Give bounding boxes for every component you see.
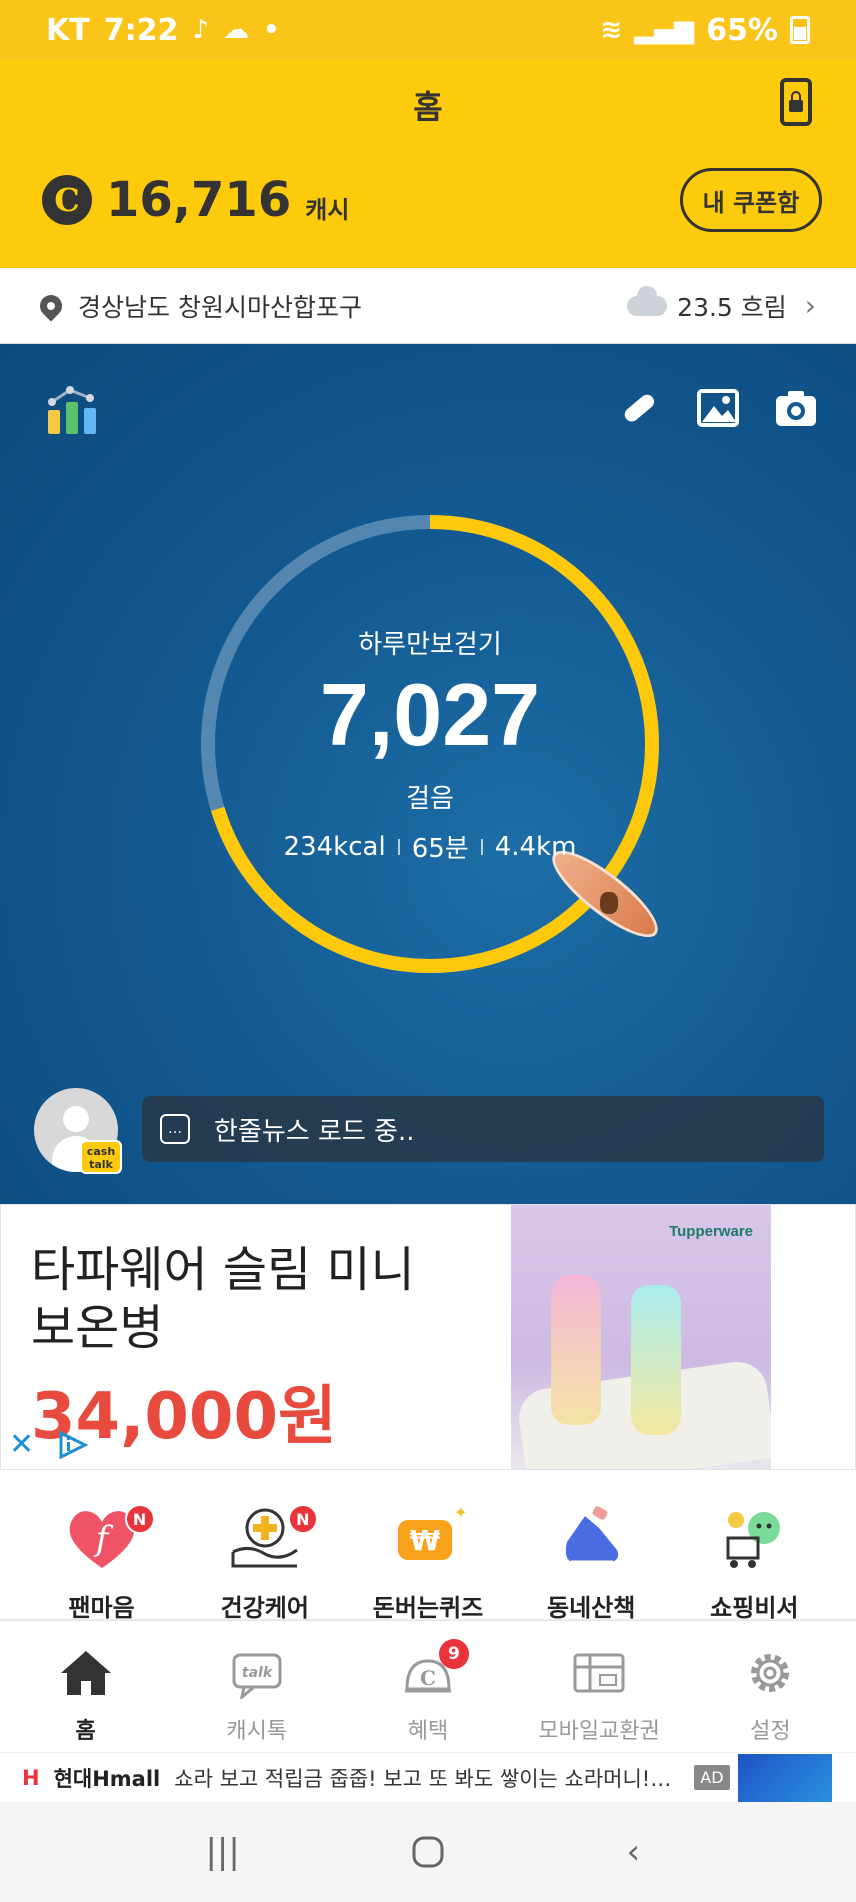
coupon-box-button[interactable]: 내 쿠폰함 <box>680 168 822 232</box>
battery-icon <box>790 16 810 44</box>
home-button-icon[interactable] <box>398 1822 458 1882</box>
nav-settings[interactable]: 설정 <box>685 1621 855 1752</box>
step-unit: 걸음 <box>406 784 454 814</box>
gift-card-icon <box>573 1653 625 1693</box>
battery-percent: 65% <box>706 12 778 48</box>
talk-icon: talk <box>232 1653 282 1701</box>
news-bubble[interactable]: … 한줄뉴스 로드 중.. <box>142 1096 824 1162</box>
wifi-icon: ≋ <box>600 15 623 45</box>
tiktok-notification-icon: ♪ <box>192 15 209 45</box>
carrier-label: KT <box>46 12 90 48</box>
statistics-icon[interactable] <box>46 384 98 436</box>
menu-item-health-care[interactable]: N 건강케어 <box>190 1470 340 1622</box>
kcal-value: 234kcal <box>283 831 386 862</box>
menu-label: 돈버는퀴즈 <box>372 1594 484 1622</box>
minutes-value: 65분 <box>411 834 469 864</box>
ad-product-image[interactable]: Tupperware <box>511 1205 771 1469</box>
step-counter-hero: 하루만보걷기 7,027 걸음 234kcal 65분 4.4km cash t… <box>0 344 856 1204</box>
home-icon <box>60 1651 111 1695</box>
ad-choices-icon[interactable] <box>57 1431 89 1459</box>
nav-label: 모바일교환권 <box>538 1719 660 1744</box>
bottom-navigation: 홈 talk 캐시톡 C 9 혜택 모바일교환권 설정 <box>0 1620 856 1752</box>
nav-mobile-voucher[interactable]: 모바일교환권 <box>514 1621 684 1752</box>
shopping-assistant-icon <box>726 1512 781 1568</box>
svg-text:talk: talk <box>242 1665 274 1681</box>
chevron-right-icon: › <box>804 289 816 322</box>
step-title: 하루만보걷기 <box>358 630 502 660</box>
bottom-ad-strip[interactable]: H 현대Hmall 쇼라 보고 적립금 줍줍! 보고 또 봐도 쌓이는 쇼라머니… <box>0 1752 856 1802</box>
camera-icon[interactable] <box>774 388 818 428</box>
ad-close-icon[interactable]: ✕ <box>9 1427 34 1462</box>
service-menu: f N 팬마음 N 건강케어 ₩ ✦ 돈버는퀴즈 동네산책 쇼핑비서 <box>0 1470 856 1622</box>
weather[interactable]: 23.5 흐림 › <box>627 285 816 324</box>
location-address: 경상남도 창원시마산합포구 <box>78 292 362 322</box>
cash-unit: 캐시 <box>305 195 350 224</box>
coin-icon: C <box>42 175 92 225</box>
more-dots-icon: … <box>160 1114 190 1144</box>
step-count: 7,027 <box>319 665 541 764</box>
location-pin-icon <box>35 289 67 322</box>
lock-screen-icon[interactable] <box>780 78 812 126</box>
menu-item-fan-heart[interactable]: f N 팬마음 <box>27 1470 177 1622</box>
menu-label: 건강케어 <box>220 1594 309 1622</box>
step-summary[interactable]: 하루만보걷기 7,027 걸음 234kcal 65분 4.4km <box>190 504 670 984</box>
ad-product-text: 타파웨어 슬림 미니 보온병 <box>31 1242 415 1356</box>
menu-label: 쇼핑비서 <box>710 1594 799 1622</box>
dot-icon: • <box>262 15 280 45</box>
clock: 7:22 <box>103 12 179 48</box>
app-header: 홈 C 16,716 캐시 내 쿠폰함 <box>0 60 856 268</box>
nav-home[interactable]: 홈 <box>1 1621 171 1752</box>
pill-icon[interactable] <box>616 388 660 428</box>
svg-text:₩: ₩ <box>410 1524 441 1557</box>
weather-text: 23.5 흐림 <box>677 292 787 322</box>
new-badge: N <box>124 1504 155 1534</box>
new-badge: N <box>287 1504 318 1534</box>
nav-benefits[interactable]: C 9 혜택 <box>343 1621 513 1752</box>
system-navigation-bar: ||| ‹ <box>0 1802 856 1902</box>
notification-badge: 9 <box>438 1639 469 1669</box>
ad-brand: Tupperware <box>669 1223 753 1240</box>
quiz-icon: ₩ ✦ <box>397 1503 467 1560</box>
ad-strip-brand: 현대Hmall <box>53 1766 161 1791</box>
gallery-icon[interactable] <box>696 388 740 428</box>
divider <box>397 838 400 855</box>
ad-label: AD <box>694 1765 730 1790</box>
location-bar[interactable]: 경상남도 창원시마산합포구 23.5 흐림 › <box>0 268 856 344</box>
menu-item-shopping-assistant[interactable]: 쇼핑비서 <box>679 1470 829 1622</box>
one-line-news[interactable]: cash talk … 한줄뉴스 로드 중.. <box>34 1088 824 1174</box>
menu-item-neighborhood-walk[interactable]: 동네산책 <box>516 1470 666 1622</box>
cash-amount: 16,716 <box>106 172 292 228</box>
menu-label: 팬마음 <box>68 1594 135 1622</box>
cashtalk-badge: cash talk <box>80 1140 122 1174</box>
menu-item-quiz[interactable]: ₩ ✦ 돈버는퀴즈 <box>353 1470 503 1622</box>
cash-balance[interactable]: C 16,716 캐시 <box>42 172 349 228</box>
ad-strip-text: 쇼라 보고 적립금 줍줍! 보고 또 봐도 쌓이는 쇼라머니! 지... <box>174 1766 675 1791</box>
bottle-image <box>631 1285 681 1435</box>
gear-icon <box>751 1654 790 1692</box>
sneaker-icon <box>566 1506 619 1564</box>
page-title: 홈 <box>413 88 443 126</box>
nav-label: 혜택 <box>407 1719 449 1744</box>
ad-strip-image <box>737 1753 832 1802</box>
recent-apps-icon[interactable]: ||| <box>193 1822 253 1882</box>
nav-label: 설정 <box>750 1719 791 1744</box>
cloud-icon <box>627 285 668 316</box>
distance-value: 4.4km <box>494 831 577 862</box>
step-metrics: 234kcal 65분 4.4km <box>190 828 670 865</box>
status-bar: KT 7:22 ♪ ☁ • ≋ ▂▄▆ 65% <box>0 0 856 60</box>
signal-icon: ▂▄▆ <box>634 15 695 45</box>
svg-text:C: C <box>420 1666 436 1690</box>
nav-cashtalk[interactable]: talk 캐시톡 <box>172 1621 342 1752</box>
nav-label: 캐시톡 <box>226 1719 288 1744</box>
back-icon[interactable]: ‹ <box>603 1822 663 1882</box>
news-text: 한줄뉴스 로드 중.. <box>214 1116 415 1147</box>
bottle-image <box>551 1275 601 1425</box>
hmall-logo: H <box>22 1765 40 1790</box>
menu-label: 동네산책 <box>546 1594 636 1622</box>
ad-banner[interactable]: 타파웨어 슬림 미니 보온병 34,000원 Tupperware ✕ <box>0 1204 856 1470</box>
app-notification-icon: ☁ <box>222 15 249 45</box>
nav-label: 홈 <box>75 1719 96 1744</box>
svg-text:✦: ✦ <box>454 1503 467 1522</box>
divider <box>480 838 483 855</box>
